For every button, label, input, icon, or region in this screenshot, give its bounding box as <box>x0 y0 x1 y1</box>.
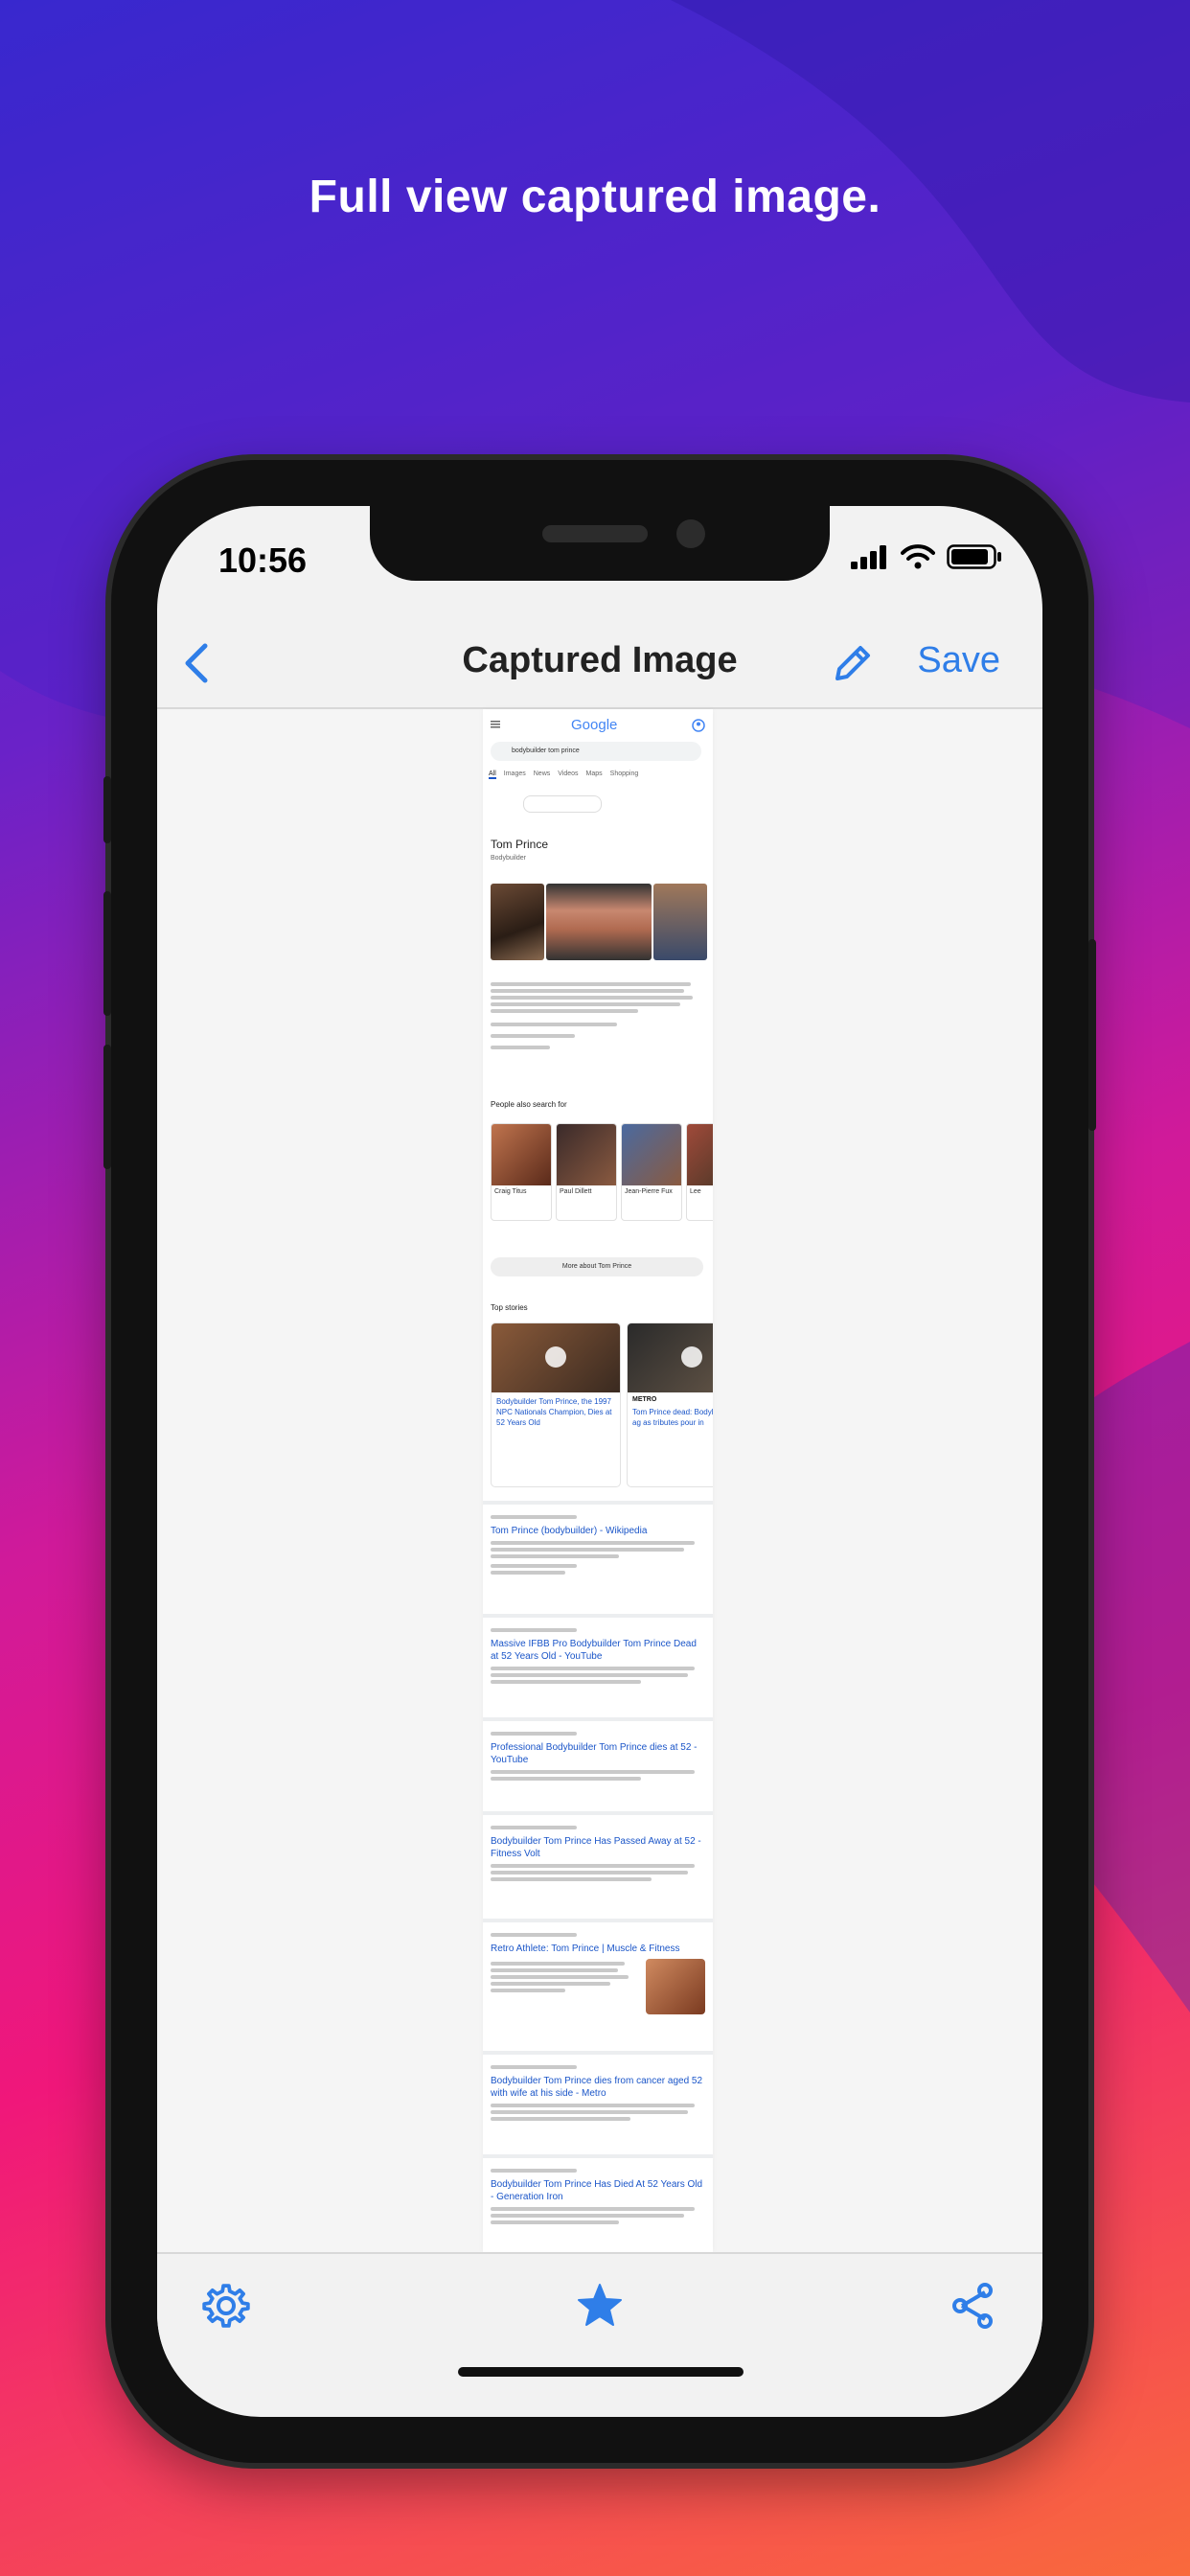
person-card: Lee <box>686 1123 713 1221</box>
search-tab: Shopping <box>609 770 639 777</box>
search-result: Tom Prince (bodybuilder) - Wikipedia <box>491 1512 705 1577</box>
star-icon[interactable] <box>573 2279 627 2333</box>
bottom-toolbar <box>157 2252 1042 2359</box>
entity-title: Tom Prince <box>491 838 549 851</box>
separator <box>483 2154 713 2158</box>
play-icon <box>545 1346 566 1368</box>
story-card: Bodybuilder Tom Prince, the 1997 NPC Nat… <box>491 1322 621 1487</box>
volume-up-button <box>103 891 111 1016</box>
separator <box>483 1717 713 1721</box>
separator <box>483 2051 713 2055</box>
search-result: Bodybuilder Tom Prince Has Died At 52 Ye… <box>491 2166 705 2227</box>
search-result: Bodybuilder Tom Prince Has Passed Away a… <box>491 1823 705 1884</box>
person-name: Jean-Pierre Fux <box>625 1188 673 1195</box>
silent-switch <box>103 776 111 843</box>
result-title: Retro Athlete: Tom Prince | Muscle & Fit… <box>491 1944 680 1954</box>
story-title: Bodybuilder Tom Prince, the 1997 NPC Nat… <box>496 1397 612 1427</box>
story-card: METRO Tom Prince dead: Bodybuilder dies … <box>627 1322 713 1487</box>
search-tab: All <box>489 770 496 779</box>
person-card: Jean-Pierre Fux <box>621 1123 682 1221</box>
gear-icon[interactable] <box>199 2279 253 2333</box>
person-name: Lee <box>690 1188 701 1195</box>
separator <box>483 1614 713 1618</box>
result-title: Bodybuilder Tom Prince dies from cancer … <box>491 2076 703 2099</box>
result-title: Professional Bodybuilder Tom Prince dies… <box>491 1742 698 1765</box>
people-carousel: Craig Titus Paul Dillett Jean-Pierre Fux… <box>491 1123 713 1221</box>
result-title: Bodybuilder Tom Prince Has Passed Away a… <box>491 1836 701 1859</box>
result-thumbnail <box>646 1959 705 2014</box>
top-stories: Bodybuilder Tom Prince, the 1997 NPC Nat… <box>491 1322 713 1487</box>
home-indicator[interactable] <box>458 2367 744 2377</box>
search-query: bodybuilder tom prince <box>512 748 580 754</box>
more-about-button: More about Tom Prince <box>491 1257 703 1276</box>
screen: 10:56 Captured Image Save Google bodybui… <box>157 506 1042 2417</box>
search-result: Massive IFBB Pro Bodybuilder Tom Prince … <box>491 1625 705 1687</box>
play-icon <box>681 1346 702 1368</box>
result-title: Tom Prince (bodybuilder) - Wikipedia <box>491 1526 648 1536</box>
person-name: Craig Titus <box>494 1188 527 1195</box>
speaker <box>542 525 648 542</box>
signal-icon <box>851 545 886 569</box>
notch <box>370 506 830 581</box>
status-time: 10:56 <box>218 540 308 580</box>
navbar: Captured Image Save <box>157 621 1042 705</box>
volume-down-button <box>103 1045 111 1169</box>
captured-image: Google bodybuilder tom prince All Images… <box>483 709 713 2252</box>
phone-frame: 10:56 Captured Image Save Google bodybui… <box>103 460 1096 2463</box>
battery-icon <box>947 544 1001 569</box>
image-viewer[interactable]: Google bodybuilder tom prince All Images… <box>157 709 1042 2252</box>
separator <box>483 1501 713 1505</box>
result-title: Massive IFBB Pro Bodybuilder Tom Prince … <box>491 1639 697 1662</box>
top-stories-header: Top stories <box>491 1303 528 1312</box>
front-camera <box>676 519 705 548</box>
status-icons <box>851 544 1002 569</box>
search-result: Bodybuilder Tom Prince dies from cancer … <box>491 2062 705 2124</box>
search-box: bodybuilder tom prince <box>491 742 701 761</box>
search-tabs: All Images News Videos Maps Shopping <box>489 770 709 779</box>
power-button <box>1088 939 1096 1131</box>
pencil-icon[interactable] <box>828 638 878 688</box>
entity-description <box>491 979 701 1052</box>
result-title: Bodybuilder Tom Prince Has Died At 52 Ye… <box>491 2179 703 2202</box>
google-logo: Google <box>571 717 618 733</box>
photo-thumbnail <box>546 884 652 960</box>
search-tab: Maps <box>585 770 603 777</box>
menu-icon <box>491 721 500 728</box>
people-header: People also search for <box>491 1100 567 1109</box>
photo-thumbnail <box>491 884 544 960</box>
person-card: Paul Dillett <box>556 1123 617 1221</box>
filter-chip <box>523 795 602 813</box>
separator <box>483 1811 713 1815</box>
headline: Full view captured image. <box>309 172 881 222</box>
entity-subtitle: Bodybuilder <box>491 855 526 862</box>
person-card: Craig Titus <box>491 1123 552 1221</box>
search-result: Professional Bodybuilder Tom Prince dies… <box>491 1729 705 1783</box>
search-tab: Videos <box>558 770 579 777</box>
person-name: Paul Dillett <box>560 1188 592 1195</box>
story-source: METRO <box>632 1396 657 1403</box>
search-tab: News <box>533 770 551 777</box>
search-tab: Images <box>503 770 526 777</box>
story-title: Tom Prince dead: Bodybuilder dies ag as … <box>632 1408 713 1427</box>
share-icon[interactable] <box>947 2279 1000 2333</box>
photo-thumbnail <box>653 884 707 960</box>
page-title: Captured Image <box>462 640 738 680</box>
save-button[interactable]: Save <box>917 640 1000 681</box>
search-result: Retro Athlete: Tom Prince | Muscle & Fit… <box>491 1930 705 2014</box>
wifi-icon <box>901 544 935 569</box>
entity-images <box>491 884 707 960</box>
separator <box>483 1919 713 1922</box>
account-icon <box>692 719 705 732</box>
